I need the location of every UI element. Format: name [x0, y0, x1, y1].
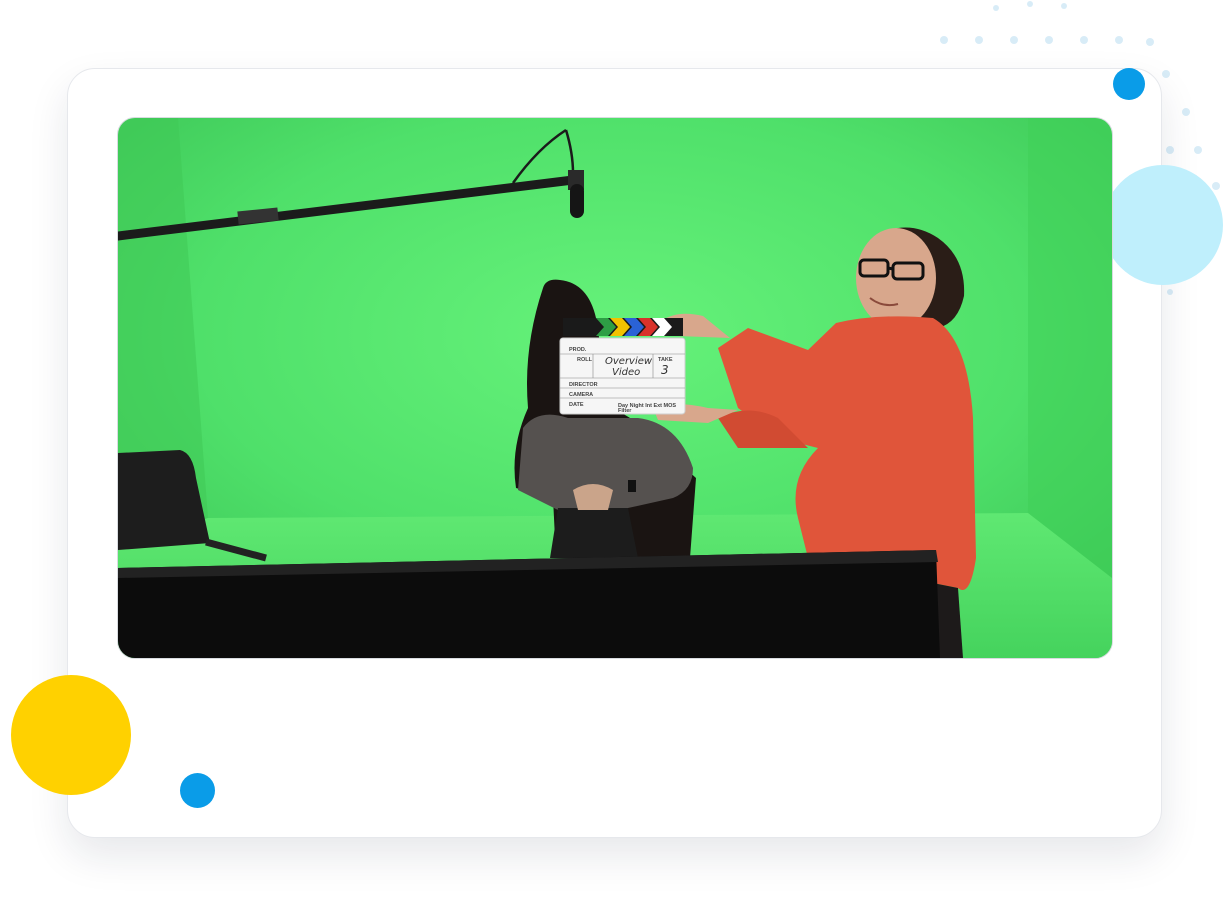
clapperboard: PROD. ROLL TAKE Overview Video 3 DIRECTO…	[559, 318, 686, 415]
clapper-prod-label: PROD.	[569, 347, 587, 353]
clapper-handwritten-subtitle: Video	[612, 367, 640, 378]
clapper-roll-label: ROLL	[577, 357, 593, 363]
clapper-director-label: DIRECTOR	[569, 382, 598, 388]
clapper-handwritten-title: Overview	[605, 356, 653, 367]
clapper-filter-label: Filter	[618, 408, 632, 414]
yellow-circle-decoration	[11, 675, 131, 795]
clapper-take-number: 3	[661, 363, 669, 377]
clapper-date-label: DATE	[569, 402, 584, 408]
clapper-camera-label: CAMERA	[569, 392, 593, 398]
blue-dot-decoration-bottom	[180, 773, 215, 808]
blue-dot-decoration	[1113, 68, 1145, 100]
light-blue-circle-decoration	[1103, 165, 1223, 285]
green-screen-photo: PROD. ROLL TAKE Overview Video 3 DIRECTO…	[117, 117, 1113, 659]
